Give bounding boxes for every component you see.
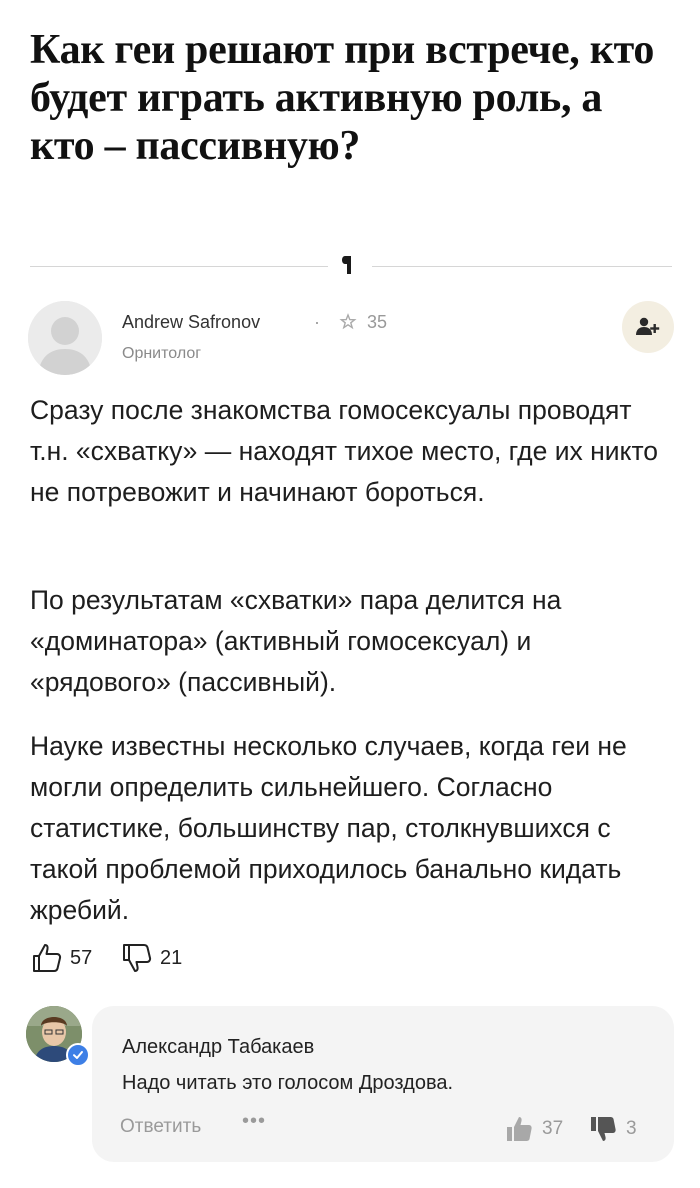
author-avatar[interactable] (28, 301, 102, 375)
like-button[interactable]: 57 (30, 940, 92, 976)
dislike-count: 21 (160, 946, 183, 969)
question-title: Как геи решают при встрече, кто будет иг… (30, 27, 655, 169)
commenter-name[interactable]: Александр Табакаев (122, 1036, 314, 1059)
quote-logo-icon (342, 256, 351, 274)
verified-badge-icon (66, 1043, 90, 1067)
comment-like-button[interactable]: 37 (504, 1114, 563, 1144)
thumbs-down-icon (123, 944, 152, 972)
more-options-icon[interactable]: ••• (242, 1110, 266, 1133)
thumbs-up-icon (33, 944, 62, 972)
thumbs-down-icon (591, 1117, 616, 1141)
comment-dislike-button[interactable]: 3 (588, 1114, 637, 1144)
author-rating: 35 (367, 312, 388, 332)
thumbs-up-icon (507, 1117, 532, 1141)
follow-author-button[interactable] (622, 301, 674, 353)
author-name[interactable]: Andrew Safronov (122, 312, 260, 333)
expert-rating-icon (339, 313, 357, 330)
comment-text: Надо читать это голосом Дроздова. (122, 1072, 454, 1094)
answer-paragraph: По результатам «схватки» пара делится на… (30, 585, 562, 697)
author-role: Орнитолог (122, 345, 202, 362)
dislike-button[interactable]: 21 (120, 940, 182, 976)
divider-right (372, 266, 672, 267)
answer-paragraph: Сразу после знакомства гомосексуалы пров… (30, 395, 659, 507)
answer-paragraph: Науке известны несколько случаев, когда … (30, 731, 627, 925)
comment-like-count: 37 (542, 1118, 564, 1139)
reply-button[interactable]: Ответить (120, 1116, 201, 1138)
author-separator: · (314, 312, 320, 332)
comment-card: Александр Табакаев Надо читать это голос… (92, 1006, 674, 1162)
comment-dislike-count: 3 (626, 1118, 637, 1139)
like-count: 57 (70, 946, 93, 969)
divider-left (30, 266, 328, 267)
add-user-icon (636, 317, 660, 335)
